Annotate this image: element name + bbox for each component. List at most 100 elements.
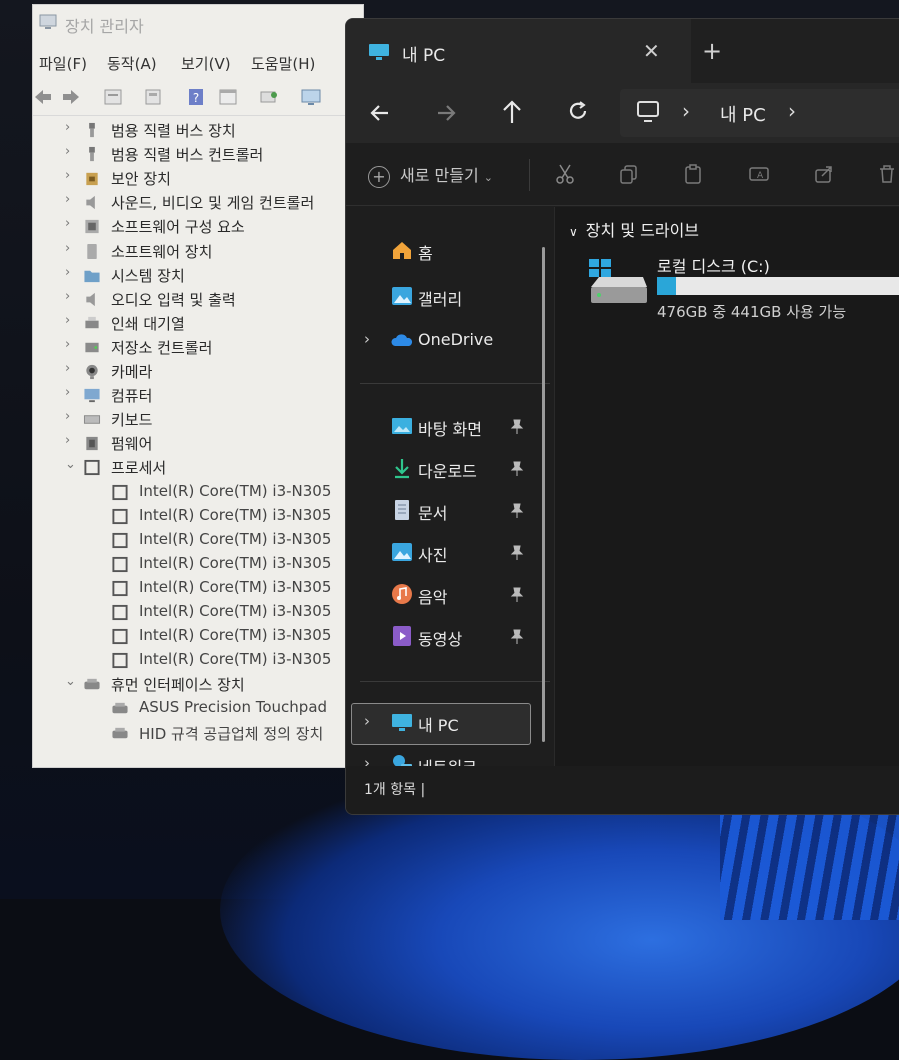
pin-icon[interactable]: [510, 419, 524, 435]
pin-icon[interactable]: [510, 503, 524, 519]
nav-item-downloads-label: 다운로드: [418, 462, 477, 481]
monitor-icon[interactable]: [301, 87, 321, 107]
cut-icon[interactable]: [554, 163, 576, 185]
pin-icon[interactable]: [510, 545, 524, 561]
cpu-icon: [112, 484, 128, 500]
chevron-right-icon[interactable]: ›: [364, 712, 370, 730]
content-pane: ∨ 장치 및 드라이브 로컬 디스크 (C:) 476GB 중 441GB 사용 …: [555, 207, 899, 766]
address-bar[interactable]: › 내 PC ›: [620, 89, 899, 137]
update-driver-icon[interactable]: [143, 87, 163, 107]
pin-icon[interactable]: [510, 587, 524, 603]
pin-icon[interactable]: [510, 629, 524, 645]
chevron-right-icon[interactable]: ›: [65, 289, 70, 304]
forward-arrow-icon[interactable]: [61, 87, 81, 107]
hid-icon: [112, 727, 128, 738]
chevron-right-icon[interactable]: ›: [65, 144, 70, 159]
forward-icon[interactable]: [434, 101, 458, 125]
share-icon[interactable]: [813, 163, 835, 185]
chevron-right-icon[interactable]: ›: [65, 216, 70, 231]
device-label: 인쇄 대기열: [111, 314, 185, 333]
chevron-right-icon[interactable]: ›: [65, 337, 70, 352]
chevron-right-icon[interactable]: ›: [65, 433, 70, 448]
navigation-bar: › 내 PC ›: [346, 83, 899, 143]
chevron-down-icon[interactable]: ⌄: [65, 674, 76, 689]
nav-item-home-label: 홈: [418, 244, 433, 263]
properties-icon[interactable]: [103, 87, 123, 107]
paste-icon[interactable]: [682, 163, 704, 185]
chevron-right-icon[interactable]: ›: [65, 385, 70, 400]
chevron-down-icon[interactable]: ⌄: [65, 457, 76, 472]
cpu-icon: [112, 629, 128, 645]
video-icon: [393, 626, 411, 646]
cpu-icon: [112, 580, 128, 596]
chevron-right-icon[interactable]: ›: [65, 265, 70, 280]
nav-scrollbar[interactable]: [542, 247, 545, 742]
nav-item-videos-label: 동영상: [418, 630, 463, 649]
device-label: Intel(R) Core(TM) i3-N305: [139, 577, 332, 596]
delete-icon[interactable]: [876, 163, 898, 185]
cpu-icon: [112, 556, 128, 572]
menu-help[interactable]: 도움말(H): [251, 53, 315, 74]
new-tab-button[interactable]: +: [702, 37, 722, 65]
help-icon[interactable]: ?: [186, 87, 206, 107]
device-label: 오디오 입력 및 출력: [111, 290, 236, 309]
navigation-pane: 홈 갤러리 › OneDrive 바탕 화면 다운로드 문서 사진 음악 동영상…: [346, 207, 554, 777]
breadcrumb-this-pc[interactable]: 내 PC: [720, 101, 766, 127]
drive-size-text: 476GB 중 441GB 사용 가능: [657, 303, 847, 321]
nav-item-gallery-label: 갤러리: [418, 290, 463, 309]
folder-icon: [84, 270, 100, 282]
device-label: 시스템 장치: [111, 266, 185, 285]
device-label: ASUS Precision Touchpad: [139, 698, 328, 717]
device-manager-titlebar[interactable]: 장치 관리자: [33, 5, 363, 41]
scan-hardware-icon[interactable]: [259, 87, 279, 107]
drive-usage-bar: [657, 277, 899, 295]
chevron-right-icon[interactable]: ›: [364, 330, 370, 348]
nav-item-music-label: 음악: [418, 588, 448, 607]
chevron-right-icon[interactable]: ›: [65, 120, 70, 135]
group-header-label: 장치 및 드라이브: [585, 221, 700, 240]
menu-view[interactable]: 보기(V): [181, 53, 231, 74]
keyboard-icon: [83, 415, 101, 424]
device-manager-icon: [39, 14, 57, 29]
back-icon[interactable]: [368, 101, 392, 125]
chevron-right-icon[interactable]: ›: [65, 168, 70, 183]
close-tab-button[interactable]: ✕: [643, 39, 660, 63]
device-label: 소프트웨어 장치: [111, 242, 213, 261]
group-header-devices[interactable]: ∨ 장치 및 드라이브: [569, 217, 699, 241]
breadcrumb-chevron-icon[interactable]: ›: [788, 99, 796, 123]
component-icon: [85, 220, 99, 234]
nav-divider: [360, 383, 550, 384]
hard-drive-icon: [589, 259, 647, 303]
nav-item-pictures-label: 사진: [418, 546, 448, 565]
tab-this-pc[interactable]: 내 PC ✕: [346, 19, 691, 83]
menu-action[interactable]: 동작(A): [107, 53, 157, 74]
gallery-icon: [392, 287, 412, 305]
refresh-icon[interactable]: [566, 99, 590, 123]
chevron-right-icon[interactable]: ›: [65, 241, 70, 256]
up-icon[interactable]: [500, 99, 524, 125]
usb-icon: [89, 122, 95, 138]
new-button[interactable]: + 새로 만들기 ⌄: [368, 162, 493, 188]
chevron-right-icon[interactable]: ›: [65, 409, 70, 424]
chevron-right-icon[interactable]: ›: [65, 192, 70, 207]
rename-icon[interactable]: A: [748, 163, 770, 185]
device-manager-window: 장치 관리자 파일(F) 동작(A) 보기(V) 도움말(H) ? › 범용 직렬…: [32, 4, 364, 768]
document-icon: [395, 500, 409, 520]
view-icon[interactable]: [218, 87, 238, 107]
drive-name: 로컬 디스크 (C:): [657, 257, 770, 276]
menu-file[interactable]: 파일(F): [39, 53, 87, 74]
chevron-down-icon: ⌄: [483, 171, 493, 184]
device-label: 범용 직렬 버스 컨트롤러: [111, 146, 264, 165]
tab-bar: 내 PC ✕ +: [346, 19, 899, 83]
cpu-icon: [112, 508, 128, 524]
pin-icon[interactable]: [510, 461, 524, 477]
chevron-right-icon[interactable]: ›: [65, 313, 70, 328]
cpu-icon: [112, 653, 128, 669]
pc-icon: [392, 714, 412, 731]
copy-icon[interactable]: [618, 163, 640, 185]
back-arrow-icon[interactable]: [33, 87, 53, 107]
chevron-right-icon[interactable]: ›: [65, 361, 70, 376]
drive-item-c[interactable]: 로컬 디스크 (C:) 476GB 중 441GB 사용 가능: [587, 253, 899, 323]
svg-text:A: A: [757, 171, 764, 181]
device-manager-toolbar: ?: [33, 79, 363, 116]
